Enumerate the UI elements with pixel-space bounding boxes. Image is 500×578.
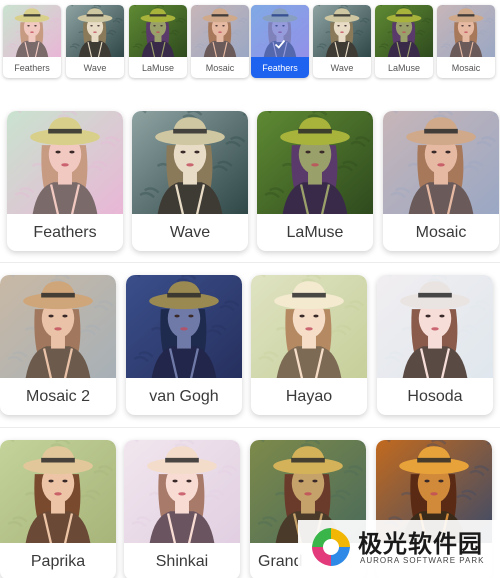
style-preview-image: [132, 111, 248, 214]
strip-item-lamuse-2[interactable]: LaMuse: [375, 5, 433, 78]
strip-item-label: Mosaic: [451, 63, 481, 73]
style-preview-image: [3, 5, 61, 57]
style-card-label: LaMuse: [286, 224, 344, 241]
style-card-label: Hayao: [285, 388, 333, 405]
strip-item-wave[interactable]: Wave: [66, 5, 124, 78]
style-card-shinkai[interactable]: Shinkai: [124, 440, 240, 578]
style-preview-image: [313, 5, 371, 57]
row-divider: [0, 427, 500, 428]
aurora-logo-icon: [312, 528, 350, 566]
style-card-van-gogh[interactable]: van Gogh: [126, 275, 242, 415]
strip-item-label: Feathers: [14, 63, 50, 73]
style-preview-image: [129, 5, 187, 57]
strip-item-mosaic-2[interactable]: Mosaic: [437, 5, 495, 78]
row-divider: [0, 262, 500, 263]
style-preview-image: [7, 111, 123, 214]
style-preview-image: [377, 275, 493, 378]
style-card-hayao[interactable]: Hayao: [251, 275, 367, 415]
strip-item-label: Feathers: [262, 63, 298, 73]
style-card-label: Wave: [169, 224, 211, 241]
style-card-mosaic[interactable]: Mosaic: [383, 111, 499, 251]
style-preview-image: [191, 5, 249, 57]
style-card-lamuse[interactable]: LaMuse: [257, 111, 373, 251]
strip-item-feathers[interactable]: Feathers: [3, 5, 61, 78]
style-preview-image: [0, 275, 116, 378]
style-card-label: Mosaic: [415, 224, 467, 241]
style-card-paprika[interactable]: Paprika: [0, 440, 116, 578]
style-card-label: Paprika: [30, 553, 86, 570]
style-preview-image: [437, 5, 495, 57]
style-card-hosoda[interactable]: Hosoda: [377, 275, 493, 415]
strip-item-label: Wave: [83, 63, 107, 73]
style-preview-image: [383, 111, 499, 214]
style-card-wave[interactable]: Wave: [132, 111, 248, 251]
watermark-subtitle: AURORA SOFTWARE PARK: [360, 556, 485, 565]
style-card-feathers[interactable]: Feathers: [7, 111, 123, 251]
style-thumbnail-strip: Feathers Wave LaMuse Mosaic Feathers Wav…: [0, 0, 500, 82]
strip-item-lamuse[interactable]: LaMuse: [129, 5, 187, 78]
strip-item-wave-2[interactable]: Wave: [313, 5, 371, 78]
strip-item-label: LaMuse: [141, 63, 175, 73]
style-preview-image: [251, 275, 367, 378]
style-preview-image: [257, 111, 373, 214]
strip-item-label: Wave: [330, 63, 354, 73]
style-preview-image: [124, 440, 240, 543]
style-preview-image: [375, 5, 433, 57]
strip-item-feathers-selected[interactable]: Feathers: [251, 5, 309, 78]
style-preview-image: [66, 5, 124, 57]
strip-item-label: LaMuse: [387, 63, 421, 73]
style-card-label: van Gogh: [149, 388, 219, 405]
checkmark-icon: [274, 39, 286, 49]
style-card-label: Shinkai: [155, 553, 209, 570]
style-card-label: Hosoda: [407, 388, 463, 405]
watermark-title: 极光软件园: [358, 531, 483, 558]
style-card-mosaic-2[interactable]: Mosaic 2: [0, 275, 116, 415]
style-card-label: Mosaic 2: [25, 388, 91, 405]
strip-item-mosaic[interactable]: Mosaic: [191, 5, 249, 78]
style-preview-image: [126, 275, 242, 378]
watermark: 极光软件园 AURORA SOFTWARE PARK: [298, 520, 500, 578]
style-card-label: Feathers: [33, 224, 97, 241]
style-preview-image: [0, 440, 116, 543]
strip-item-label: Mosaic: [205, 63, 235, 73]
